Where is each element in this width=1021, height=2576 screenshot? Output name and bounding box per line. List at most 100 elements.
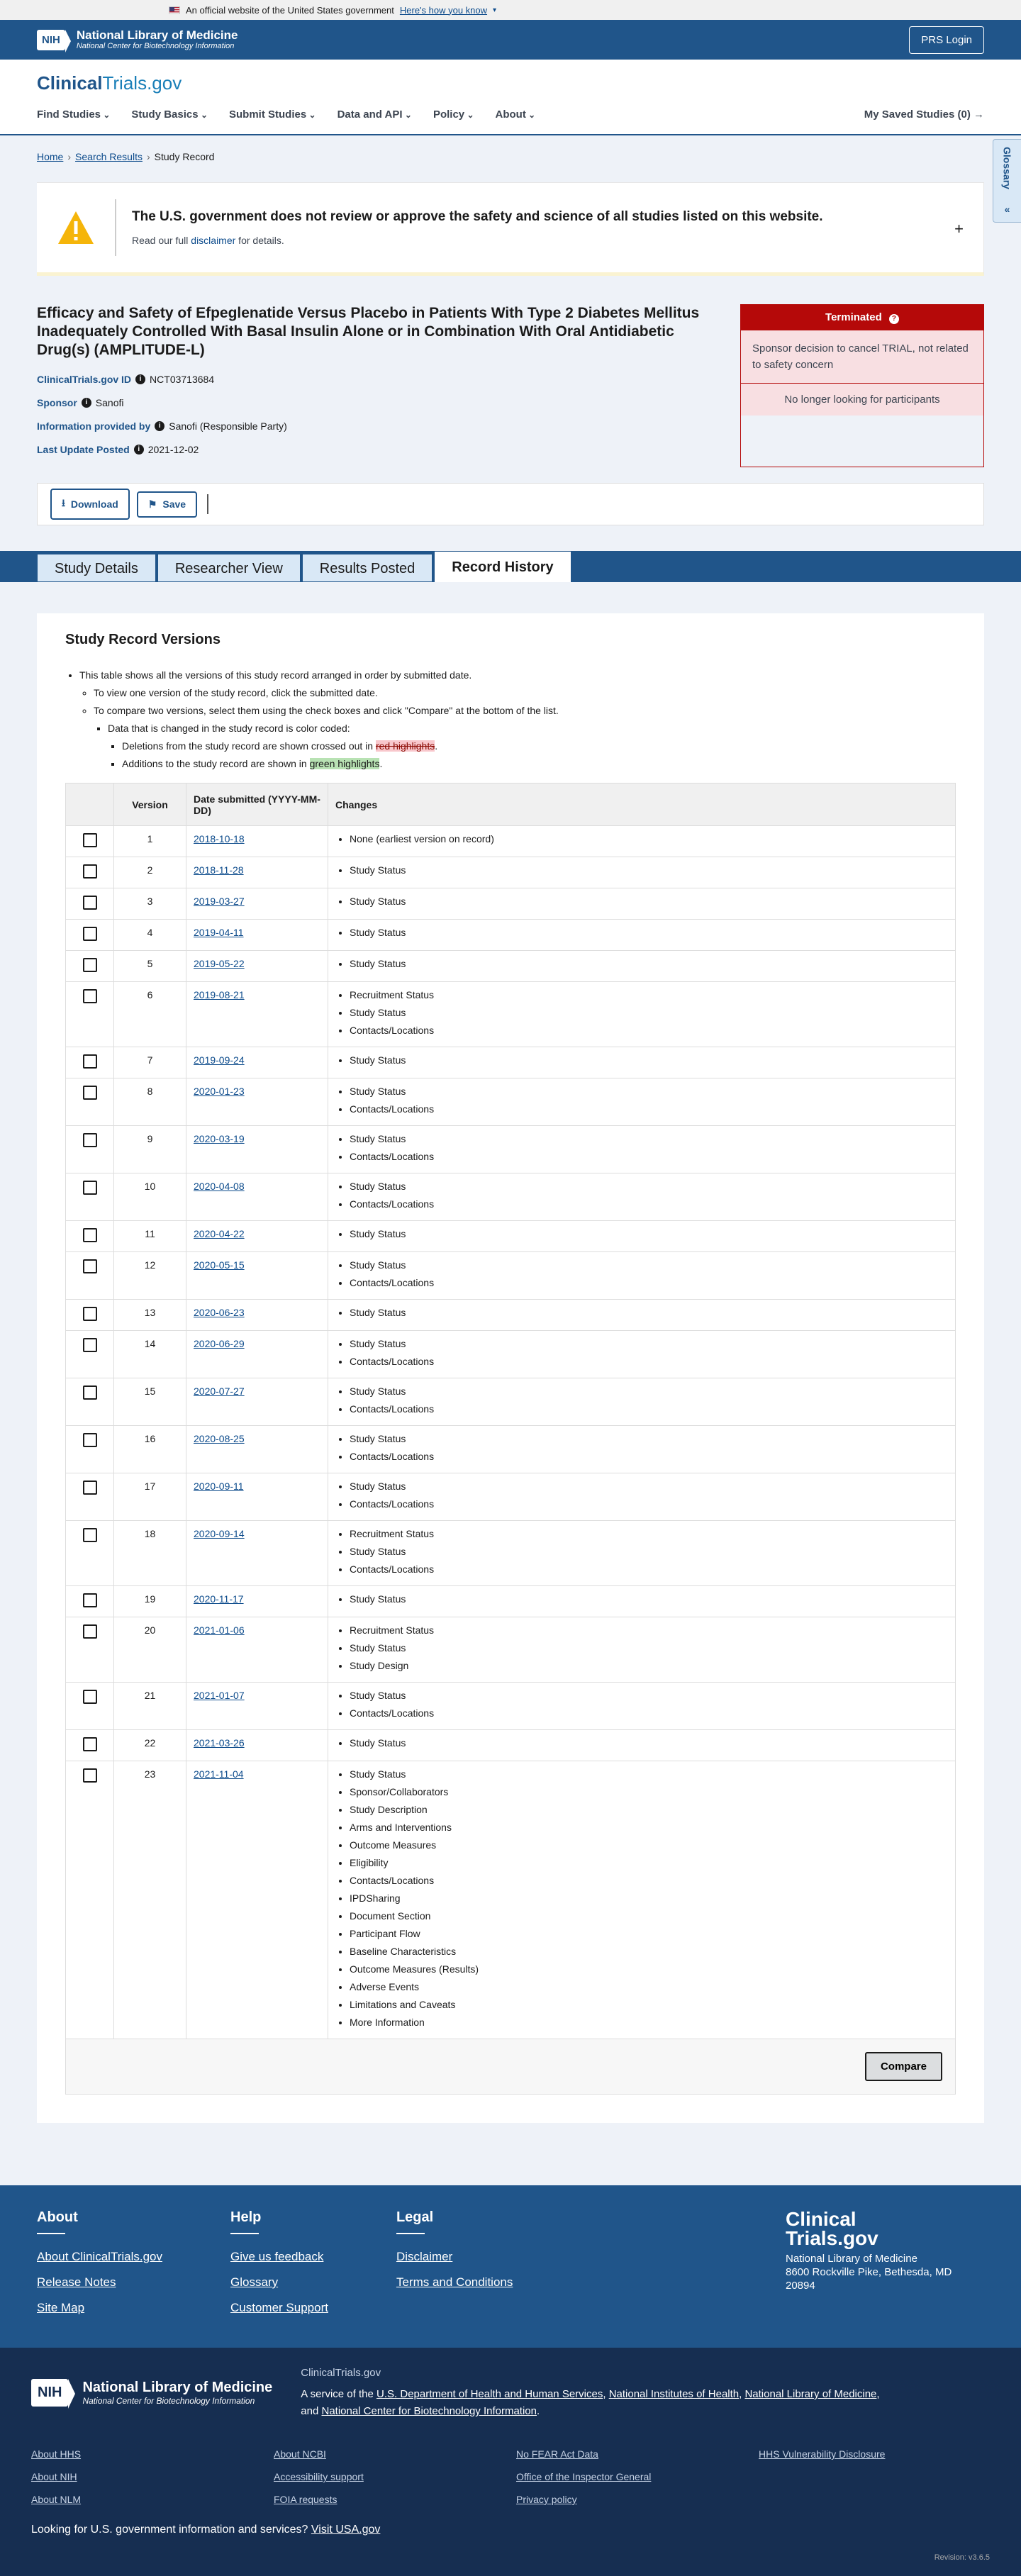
- version-checkbox[interactable]: [82, 1433, 97, 1447]
- version-date-link[interactable]: 2020-03-19: [194, 1133, 245, 1144]
- footer-link[interactable]: About NIH: [31, 2471, 274, 2482]
- nav-item-policy[interactable]: Policy ⌄: [433, 108, 474, 121]
- version-date-link[interactable]: 2021-01-07: [194, 1690, 245, 1701]
- footer-link[interactable]: Terms and Conditions: [396, 2275, 513, 2290]
- version-date-link[interactable]: 2020-06-23: [194, 1307, 245, 1318]
- footer-link[interactable]: About ClinicalTrials.gov: [37, 2250, 162, 2264]
- version-checkbox[interactable]: [82, 1086, 97, 1100]
- download-button[interactable]: ⭳ Download: [50, 489, 130, 520]
- tab-study-details[interactable]: Study Details: [37, 554, 156, 582]
- glossary-tab[interactable]: Glossary «: [993, 139, 1021, 223]
- save-button[interactable]: ⚑ Save: [136, 491, 198, 518]
- version-date-link[interactable]: 2020-11-17: [194, 1593, 244, 1605]
- version-date-link[interactable]: 2019-04-11: [194, 927, 244, 938]
- version-date-link[interactable]: 2020-05-15: [194, 1259, 245, 1271]
- nih-logo[interactable]: NIH National Library of Medicine Nationa…: [37, 28, 238, 52]
- version-date-link[interactable]: 2020-01-23: [194, 1086, 245, 1097]
- footer-link[interactable]: Give us feedback: [230, 2250, 328, 2264]
- version-date-link[interactable]: 2021-11-04: [194, 1768, 244, 1780]
- footer-link[interactable]: Accessibility support: [274, 2471, 516, 2482]
- footer-link[interactable]: No FEAR Act Data: [516, 2448, 759, 2460]
- prs-login-button[interactable]: PRS Login: [909, 26, 984, 54]
- version-checkbox[interactable]: [82, 1768, 97, 1783]
- footer-link[interactable]: Office of the Inspector General: [516, 2471, 759, 2482]
- footer-link[interactable]: Site Map: [37, 2301, 162, 2315]
- breadcrumb-home[interactable]: Home: [37, 151, 63, 162]
- info-icon[interactable]: i: [81, 398, 91, 408]
- info-icon[interactable]: i: [155, 421, 165, 431]
- footer-link[interactable]: Disclaimer: [396, 2250, 513, 2264]
- tab-results-posted[interactable]: Results Posted: [301, 554, 433, 582]
- version-checkbox[interactable]: [82, 1624, 97, 1639]
- hhs-link[interactable]: U.S. Department of Health and Human Serv…: [376, 2388, 603, 2400]
- version-checkbox[interactable]: [82, 1481, 97, 1495]
- version-date-link[interactable]: 2018-10-18: [194, 833, 245, 844]
- info-icon[interactable]: i: [133, 445, 144, 455]
- expand-plus-icon[interactable]: +: [954, 220, 964, 238]
- nav-item-study-basics[interactable]: Study Basics ⌄: [131, 108, 208, 121]
- version-date-link[interactable]: 2020-04-22: [194, 1228, 245, 1239]
- tab-record-history[interactable]: Record History: [434, 551, 571, 582]
- my-saved-studies-link[interactable]: My Saved Studies (0) →: [864, 108, 984, 121]
- version-checkbox[interactable]: [82, 1133, 97, 1147]
- version-checkbox[interactable]: [82, 989, 97, 1003]
- version-checkbox[interactable]: [82, 1338, 97, 1352]
- nlm-link[interactable]: National Library of Medicine: [744, 2388, 876, 2400]
- version-checkbox[interactable]: [82, 1528, 97, 1542]
- version-checkbox[interactable]: [82, 1593, 97, 1607]
- usa-gov-link[interactable]: Visit USA.gov: [311, 2524, 381, 2536]
- version-checkbox[interactable]: [82, 1259, 97, 1273]
- version-checkbox[interactable]: [82, 1307, 97, 1321]
- footer-link[interactable]: Glossary: [230, 2275, 328, 2290]
- version-checkbox[interactable]: [82, 864, 97, 879]
- nav-item-about[interactable]: About ⌄: [496, 108, 536, 121]
- version-date-link[interactable]: 2020-08-25: [194, 1433, 245, 1444]
- footer-link[interactable]: About NLM: [31, 2494, 274, 2505]
- nav-item-submit-studies[interactable]: Submit Studies ⌄: [229, 108, 316, 121]
- footer-link[interactable]: HHS Vulnerability Disclosure: [759, 2448, 1001, 2460]
- changes-cell: Recruitment StatusStudy StatusStudy Desi…: [328, 1617, 956, 1683]
- disclaimer-link[interactable]: disclaimer: [191, 235, 235, 246]
- breadcrumb-search-results[interactable]: Search Results: [75, 151, 143, 162]
- compare-button[interactable]: Compare: [864, 2052, 942, 2081]
- footer-link[interactable]: About HHS: [31, 2448, 274, 2460]
- nav-item-data-and-api[interactable]: Data and API ⌄: [337, 108, 412, 121]
- nih-footer-logo[interactable]: NIH National Library of Medicine Nationa…: [31, 2365, 272, 2420]
- version-date-link[interactable]: 2021-01-06: [194, 1624, 245, 1636]
- footer-link[interactable]: Customer Support: [230, 2301, 328, 2315]
- how-you-know-link[interactable]: Here's how you know: [400, 5, 487, 16]
- version-date-link[interactable]: 2019-05-22: [194, 958, 245, 969]
- footer-link[interactable]: Privacy policy: [516, 2494, 759, 2505]
- version-checkbox[interactable]: [82, 1737, 97, 1751]
- version-checkbox[interactable]: [82, 1228, 97, 1242]
- version-date-link[interactable]: 2019-03-27: [194, 896, 245, 907]
- version-checkbox[interactable]: [82, 1181, 97, 1195]
- version-checkbox[interactable]: [82, 927, 97, 941]
- info-icon[interactable]: i: [135, 374, 146, 384]
- version-date-link[interactable]: 2020-09-14: [194, 1528, 245, 1539]
- version-checkbox[interactable]: [82, 896, 97, 910]
- ncbi-link[interactable]: National Center for Biotechnology Inform…: [321, 2405, 537, 2417]
- help-icon[interactable]: ?: [888, 314, 899, 324]
- footer-link[interactable]: About NCBI: [274, 2448, 516, 2460]
- nav-item-find-studies[interactable]: Find Studies ⌄: [37, 108, 110, 121]
- version-date-link[interactable]: 2019-08-21: [194, 989, 245, 1000]
- version-date-link[interactable]: 2020-09-11: [194, 1481, 244, 1492]
- version-checkbox[interactable]: [82, 833, 97, 847]
- version-checkbox[interactable]: [82, 1054, 97, 1069]
- version-date-link[interactable]: 2019-09-24: [194, 1054, 245, 1066]
- footer-link[interactable]: Release Notes: [37, 2275, 162, 2290]
- version-date-link[interactable]: 2020-06-29: [194, 1338, 245, 1349]
- version-date-link[interactable]: 2020-07-27: [194, 1385, 245, 1397]
- version-checkbox[interactable]: [82, 1385, 97, 1400]
- version-date-link[interactable]: 2020-04-08: [194, 1181, 245, 1192]
- nih-link[interactable]: National Institutes of Health: [609, 2388, 739, 2400]
- footer-link[interactable]: FOIA requests: [274, 2494, 516, 2505]
- version-checkbox[interactable]: [82, 958, 97, 972]
- footer-logo[interactable]: Clinical Trials.gov: [786, 2209, 984, 2248]
- version-checkbox[interactable]: [82, 1690, 97, 1704]
- tab-researcher-view[interactable]: Researcher View: [157, 554, 301, 582]
- clinicaltrials-logo[interactable]: ClinicalTrials.gov: [37, 72, 984, 94]
- version-date-link[interactable]: 2021-03-26: [194, 1737, 245, 1749]
- version-date-link[interactable]: 2018-11-28: [194, 864, 244, 876]
